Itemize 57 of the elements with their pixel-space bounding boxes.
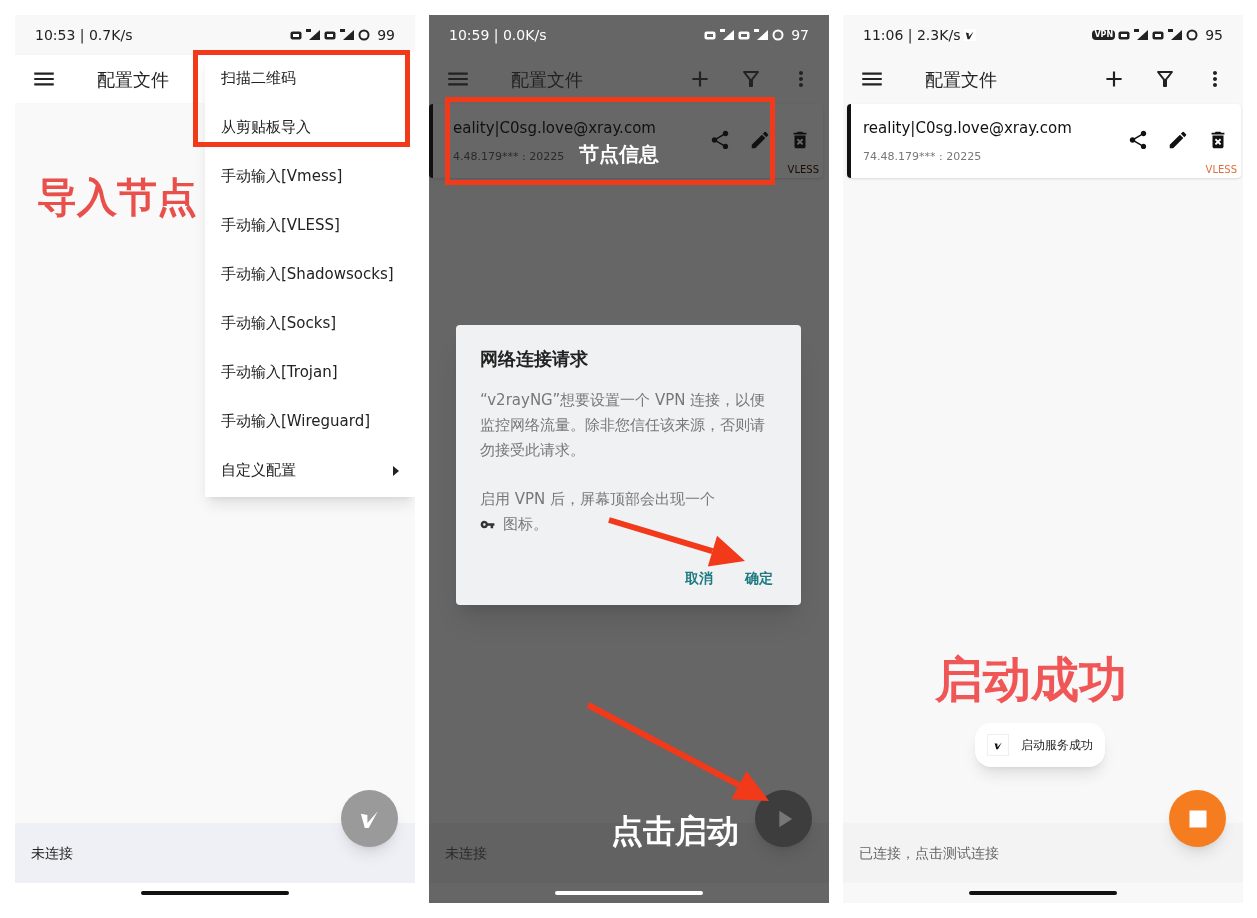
menu-item[interactable]: 手动输入[Trojan] — [205, 348, 415, 397]
server-address: 74.48.179*** : 20225 — [863, 149, 982, 165]
menu-item[interactable]: 手动输入[Vmess] — [205, 152, 415, 201]
annotation-text: 点击启动 — [611, 811, 739, 852]
share-icon[interactable] — [1127, 129, 1149, 151]
hd-badge-icon — [704, 30, 717, 40]
notification-icon — [964, 29, 977, 41]
dialog-button[interactable]: 取消 — [685, 568, 713, 589]
menu-item[interactable]: 手动输入[Shadowsocks] — [205, 250, 415, 299]
annotation-text: 导入节点 — [37, 173, 197, 222]
server-name: reality|C0sg.love@xray.com — [863, 117, 1072, 139]
server-card[interactable]: reality|C0sg.love@xray.com 74.48.179*** : 20225 VLESS — [847, 104, 1241, 178]
hd-badge-icon — [324, 30, 337, 40]
pencil-icon[interactable] — [1167, 129, 1189, 151]
signal-icon — [753, 29, 770, 41]
signal-icon — [1167, 29, 1184, 41]
toolbar-title: 配置文件 — [511, 67, 583, 92]
battery-level: 99 — [377, 25, 395, 45]
connection-status[interactable]: 未连接 — [31, 842, 73, 864]
battery-ring-icon — [1186, 29, 1199, 41]
menu-item[interactable]: 扫描二维码 — [205, 54, 415, 103]
toolbar-title: 配置文件 — [97, 67, 169, 92]
hd-badge-icon — [738, 30, 751, 40]
signal-icon — [719, 29, 736, 41]
battery-level: 95 — [1205, 25, 1223, 45]
server-name: eality|C0sg.love@xray.com — [453, 117, 656, 139]
menu-item[interactable]: 手动输入[VLESS] — [205, 201, 415, 250]
dialog-message: “v2rayNG”想要设置一个 VPN 连接，以便监控网络流量。除非您信任该来源，否则请勿接受此请求。 — [480, 390, 767, 461]
server-address: 4.48.179*** : 20225 — [453, 149, 565, 165]
dialog-note: 启用 VPN 后，屏幕顶部会出现一个 — [480, 489, 716, 510]
status-time: 10:53 | 0.7K/s — [35, 25, 133, 46]
battery-level: 97 — [791, 25, 809, 45]
battery-ring-icon — [358, 29, 371, 41]
status-time: 10:59 | 0.0K/s — [449, 25, 547, 46]
menu-item[interactable]: 手动输入[Socks] — [205, 299, 415, 348]
hd-badge-icon — [1152, 30, 1165, 40]
signal-icon — [339, 29, 356, 41]
menu-item[interactable]: 手动输入[Wireguard] — [205, 397, 415, 446]
menu-item[interactable]: 从剪贴板导入 — [205, 103, 415, 152]
protocol-label: VLESS — [1205, 163, 1237, 177]
protocol-label: VLESS — [787, 163, 819, 177]
signal-icon — [305, 29, 322, 41]
vpn-badge: VPN — [1092, 30, 1116, 40]
battery-ring-icon — [772, 29, 785, 41]
toolbar-title: 配置文件 — [925, 67, 997, 92]
toast-message: 启动服务成功 — [1021, 737, 1093, 754]
annotation-text: 节点信息 — [579, 141, 659, 168]
dialog-note: 图标。 — [503, 514, 548, 535]
signal-icon — [1133, 29, 1150, 41]
hd-badge-icon — [290, 30, 303, 40]
status-time: 11:06 | 2.3K/s — [863, 25, 961, 46]
connection-status[interactable]: 已连接，点击测试连接 — [859, 842, 999, 864]
menu-item[interactable]: 自定义配置 — [205, 446, 415, 495]
dialog-title: 网络连接请求 — [480, 347, 589, 371]
annotation-text: 启动成功 — [935, 650, 1127, 709]
dialog-button[interactable]: 确定 — [745, 568, 773, 589]
hd-badge-icon — [1118, 30, 1131, 40]
